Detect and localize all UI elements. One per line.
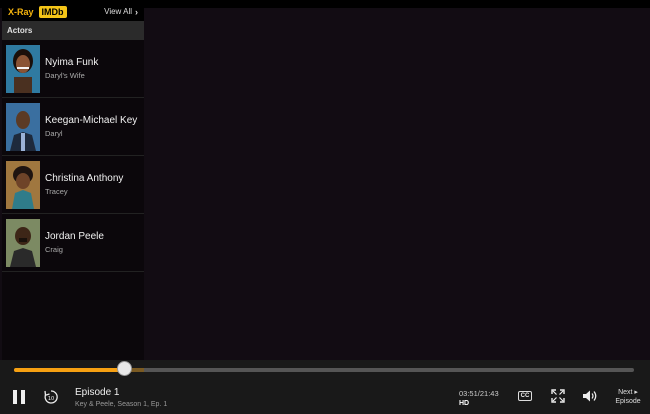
actor-item[interactable]: Keegan-Michael Key Daryl <box>2 98 144 156</box>
actor-photo <box>6 218 40 267</box>
time-readout: 03:51/21:43 <box>459 389 499 398</box>
actor-item[interactable]: Christina Anthony Tracey <box>2 156 144 214</box>
actor-item[interactable]: Jordan Peele Craig <box>2 214 144 272</box>
xray-panel: X-Ray IMDb View All › Actors Nyima Funk … <box>2 2 144 360</box>
actor-role: Daryl's Wife <box>45 71 85 80</box>
actor-role: Tracey <box>45 187 68 196</box>
player-controls: 10 Episode 1 Key & Peele, Season 1, Ep. … <box>0 360 650 414</box>
hd-badge: HD <box>459 400 470 407</box>
next-label: Next ▸ <box>618 389 638 396</box>
actor-photo <box>6 102 40 151</box>
view-all-label: View All <box>104 7 132 16</box>
replay-10-button[interactable]: 10 <box>42 388 60 406</box>
volume-icon <box>583 390 597 402</box>
actor-name: Keegan-Michael Key <box>45 115 138 126</box>
fullscreen-icon <box>551 389 565 403</box>
pause-button[interactable] <box>10 388 28 406</box>
chevron-right-icon: › <box>135 6 138 17</box>
actor-role: Craig <box>45 245 63 254</box>
actor-photo <box>6 44 40 93</box>
actor-role: Daryl <box>45 129 63 138</box>
section-actors: Actors <box>2 21 144 40</box>
progress-fill <box>14 368 124 372</box>
actor-name: Christina Anthony <box>45 173 124 184</box>
xray-header: X-Ray IMDb View All › <box>2 2 144 21</box>
next-episode-label: Episode <box>615 398 641 405</box>
volume-button[interactable] <box>582 388 598 404</box>
actor-photo <box>6 160 40 209</box>
fullscreen-button[interactable] <box>550 388 566 404</box>
actor-name: Jordan Peele <box>45 231 104 242</box>
svg-text:10: 10 <box>48 396 54 402</box>
xray-label: X-Ray <box>8 6 34 17</box>
episode-title: Episode 1 <box>75 387 120 398</box>
next-episode-button[interactable]: Next ▸ Episode <box>612 388 644 406</box>
actor-item[interactable]: Nyima Funk Daryl's Wife <box>2 40 144 98</box>
progress-timeline[interactable] <box>14 361 634 376</box>
cc-button[interactable]: CC <box>518 391 532 401</box>
progress-thumb[interactable] <box>116 361 132 376</box>
pause-icon <box>13 390 25 404</box>
time-info: 03:51/21:43 HD <box>459 389 499 407</box>
episode-info: Episode 1 Key & Peele, Season 1, Ep. 1 <box>75 387 167 408</box>
actor-name: Nyima Funk <box>45 57 99 68</box>
replay-10-icon: 10 <box>44 390 58 404</box>
view-all-link[interactable]: View All › <box>104 7 138 17</box>
episode-subtitle: Key & Peele, Season 1, Ep. 1 <box>75 401 168 408</box>
imdb-logo: IMDb <box>38 5 67 18</box>
